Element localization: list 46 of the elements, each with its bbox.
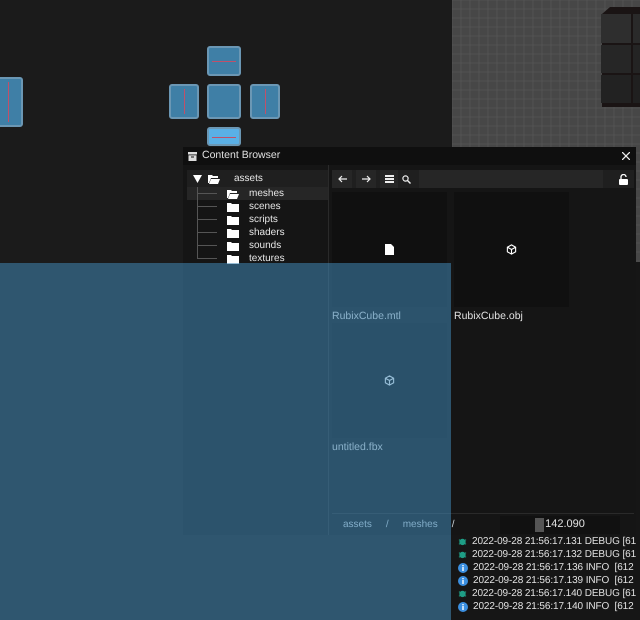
log-line: 2022-09-28 21:56:17.131 DEBUG [61: [472, 535, 636, 549]
dock-target-button[interactable]: [207, 84, 241, 119]
log-line: 2022-09-28 21:56:17.140 DEBUG [61: [472, 587, 636, 601]
cube-outline-icon: [506, 244, 517, 255]
document-icon: [385, 244, 394, 255]
log-line: 2022-09-28 21:56:17.139 INFO [612: [473, 574, 634, 588]
list-view-button[interactable]: [380, 170, 398, 188]
tree-item[interactable]: textures: [249, 251, 285, 266]
log-line: 2022-09-28 21:56:17.140 INFO [612: [473, 600, 634, 614]
log-line: 2022-09-28 21:56:17.132 DEBUG [61: [472, 548, 636, 562]
open-folder-icon: [227, 188, 239, 198]
folder-icon: [227, 240, 239, 250]
open-folder-icon: [208, 174, 220, 184]
cube-outline-icon: [384, 375, 395, 386]
caret-down-icon[interactable]: [193, 174, 202, 182]
number-field[interactable]: 142.090: [500, 516, 620, 534]
forward-arrow-icon: [362, 175, 370, 183]
file-name: RubixCube.obj: [454, 309, 524, 323]
close-icon: [622, 152, 630, 160]
file-name: untitled.fbx: [332, 440, 384, 454]
window-title: Content Browser: [202, 148, 280, 164]
breadcrumb-separator: /: [386, 518, 389, 532]
back-button[interactable]: [332, 170, 352, 188]
file-name: RubixCube.mtl: [332, 309, 402, 323]
list-icon: [384, 175, 394, 183]
folder-icon: [227, 214, 239, 224]
tree-item[interactable]: scripts: [249, 212, 278, 227]
dock-target-button[interactable]: [0, 77, 23, 127]
file-tile[interactable]: [454, 192, 569, 307]
forward-button[interactable]: [356, 170, 376, 188]
tree-item[interactable]: sounds: [249, 238, 282, 253]
folder-icon: [227, 228, 239, 238]
lock-icon[interactable]: [619, 174, 628, 184]
tree-item[interactable]: shaders: [249, 225, 285, 240]
tree-item[interactable]: scenes: [249, 199, 281, 214]
dock-target-button[interactable]: [207, 127, 241, 146]
breadcrumb-separator: /: [452, 518, 454, 532]
dock-target-button[interactable]: [250, 84, 280, 119]
log-line: 2022-09-28 21:56:17.136 INFO [612: [473, 561, 634, 575]
dock-target-button[interactable]: [207, 46, 241, 76]
back-arrow-icon: [338, 175, 346, 183]
close-button[interactable]: [620, 150, 632, 162]
tree-item[interactable]: assets: [234, 171, 263, 186]
dock-target-button[interactable]: [169, 84, 199, 119]
search-icon: [402, 174, 411, 184]
archive-icon: [188, 152, 197, 160]
